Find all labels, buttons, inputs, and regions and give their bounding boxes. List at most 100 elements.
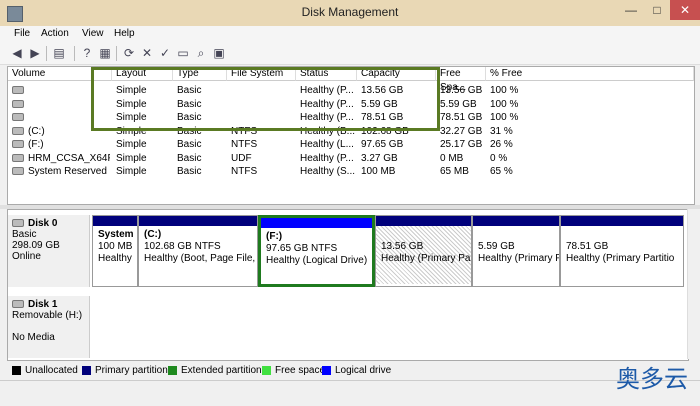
cell-fs: NTFS [231,125,258,137]
col-percent-free-header[interactable]: % Free [486,67,694,81]
menu-action[interactable]: Action [41,28,69,39]
disk-0-label[interactable]: Disk 0 Basic 298.09 GB Online [8,215,90,287]
partition-status: Healthy (Boot, Page File, [144,253,256,264]
col-file-system-header[interactable]: File System [227,67,296,81]
minimize-button[interactable]: — [618,0,644,20]
disk-1-name: Disk 1 [28,299,58,310]
col-free-space-header[interactable]: Free Spa... [436,67,486,93]
table-row[interactable]: System Reserved (... Simple Basic NTFS Healt… [8,165,694,178]
disk-0-name: Disk 0 [28,218,58,229]
disk-icon [12,300,24,309]
back-arrow-icon[interactable]: ◀ [10,46,24,60]
cell-status: Healthy (B... [300,125,355,137]
cell-volume: (F:) [12,138,110,151]
volume-name: (C:) [28,125,45,137]
delete-icon[interactable]: ✕ [140,46,154,60]
check-icon[interactable]: ✓ [158,46,172,60]
refresh-icon[interactable]: ⟳ [122,46,136,60]
partition-size: 5.59 GB [478,241,515,252]
partition-label: (C:) [144,229,162,240]
table-row[interactable]: (F:) Simple Basic NTFS Healthy (L... 97.65 GB… [8,138,694,151]
table-row[interactable]: (C:) Simple Basic NTFS Healthy (B... 102.68 G… [8,125,694,138]
cell-type: Basic [177,125,202,137]
partition-details: 78.51 GB Healthy (Primary Partitio [561,226,683,268]
volume-name: HRM_CCSA_X64F... [28,152,110,164]
menu-file[interactable]: File [14,28,30,39]
partition-label [478,229,554,241]
cell-volume: HRM_CCSA_X64F... [12,152,110,165]
search-icon[interactable]: ⌕ [194,46,208,60]
legend-swatch [262,365,271,375]
legend-label: Extended partition [181,365,262,376]
cell-capacity: 3.27 GB [361,152,398,164]
partition-status: Healthy (Primary P [478,253,559,264]
toolbar-separator [74,46,75,61]
partition-details: System 100 MB Healthy [93,226,137,268]
col-status-header[interactable]: Status [296,67,357,81]
legend-label: Primary partition [95,365,168,376]
settings-icon[interactable]: ▣ [212,46,226,60]
forward-arrow-icon[interactable]: ▶ [28,46,42,60]
partition-size: 13.56 GB [381,241,424,252]
cell-fs: NTFS [231,139,258,150]
drive-icon [12,153,24,162]
table-row[interactable]: Simple Basic Healthy (P... 78.51 GB 78.51 GB… [8,111,694,124]
cell-status: Healthy (P... [300,152,354,164]
table-row[interactable]: HRM_CCSA_X64F... Simple Basic UDF Healthy (P… [8,152,694,165]
cell-capacity: 97.65 GB [361,139,404,150]
partition-size: 102.68 GB NTFS [144,241,221,252]
partition-label: (F:) [266,231,283,242]
disk-1-label[interactable]: Disk 1 Removable (H:) No Media [8,296,90,358]
cell-capacity: 100 MB [361,166,396,177]
part-c[interactable]: (C:) 102.68 GB NTFS Healthy (Boot, Page Fi… [138,215,258,287]
close-button[interactable]: ✕ [670,0,700,20]
cell-type: Basic [177,98,202,110]
cell-layout: Simple [116,85,147,96]
properties-icon[interactable]: ▦ [98,46,112,60]
volume-list[interactable]: Volume Layout Type File System Status Capacit… [7,66,695,205]
cell-type: Basic [177,152,202,164]
legend-swatch [82,365,91,375]
partition-color-bar [473,216,559,226]
menu-view[interactable]: View [82,28,104,39]
legend-item: Unallocated [12,365,78,376]
cell-free: 78.51 GB [440,112,483,123]
legend-swatch [168,365,177,375]
part-1356[interactable]: 13.56 GB Healthy (Primary Pa [375,215,472,287]
cell-type: Basic [177,166,202,177]
col-layout-header[interactable]: Layout [112,67,173,81]
maximize-button[interactable]: □ [644,0,670,20]
legend-label: Free space [275,365,326,376]
open-folder-icon[interactable]: ▭ [176,46,190,60]
disk-graphical-view: Disk 0 Basic 298.09 GB Online System 100 … [7,209,689,361]
partition-details: (C:) 102.68 GB NTFS Healthy (Boot, Page Fi… [139,226,257,268]
part-7851[interactable]: 78.51 GB Healthy (Primary Partitio [560,215,684,287]
col-volume-header[interactable]: Volume [8,67,112,81]
disk-0-state: Online [12,251,41,262]
col-capacity-header[interactable]: Capacity [357,67,436,81]
table-row[interactable]: Simple Basic Healthy (P... 13.56 GB 13.56 GB… [8,84,694,97]
col-type-header[interactable]: Type [173,67,227,81]
part-system-reserved[interactable]: System 100 MB Healthy [92,215,138,287]
legend-swatch [322,365,331,375]
cell-pct: 100 % [490,112,519,123]
drive-icon [12,113,24,122]
menu-help[interactable]: Help [114,28,135,39]
cell-volume [12,84,110,97]
cell-free: 32.27 GB [440,125,483,137]
drive-icon [12,167,24,176]
part-f[interactable]: (F:) 97.65 GB NTFS Healthy (Logical Drive) [258,215,375,287]
cell-status: Healthy (L... [300,139,354,150]
legend-item: Extended partition [168,365,262,376]
partition-label [381,229,466,241]
cell-pct: 0 % [490,152,508,164]
watermark-text: 奥多云 [616,365,688,393]
cell-status: Healthy (P... [300,85,354,96]
partition-details: 5.59 GB Healthy (Primary P [473,226,559,268]
vertical-scrollbar[interactable] [687,209,700,359]
partition-color-bar [93,216,137,226]
part-559[interactable]: 5.59 GB Healthy (Primary P [472,215,560,287]
help-icon[interactable]: ? [80,46,94,60]
console-tree-icon[interactable]: ▤ [52,46,66,60]
table-row[interactable]: Simple Basic Healthy (P... 5.59 GB 5.59 GB 10… [8,98,694,111]
